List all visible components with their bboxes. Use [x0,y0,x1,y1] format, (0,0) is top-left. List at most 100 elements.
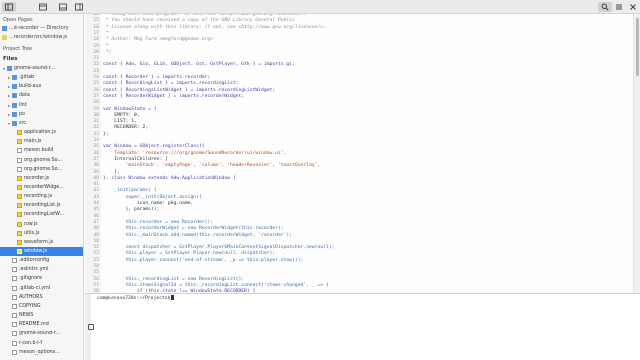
project-tree-label: Project Tree [3,46,33,52]
tree-item-label: window.js [24,249,48,254]
open-pages-label: Open Pages [3,17,33,23]
tree-item-label: README.md [19,322,49,328]
editor-scrollbar[interactable] [633,14,640,293]
tree-item-label: meson_options... [19,349,60,355]
tree-item-label: recordingList.js [24,203,61,209]
search-button[interactable] [598,2,612,12]
tree-file[interactable]: AUTHORS [0,293,83,302]
tree-item-label: row.js [24,221,38,227]
tree-item-label: .gitlab-ci.yml [19,285,51,291]
files-header[interactable]: Files [0,55,83,63]
terminal-cursor [171,295,175,300]
tree-item-label: r-con.b-l-f [19,340,43,346]
tree-file[interactable]: waveform.js [0,238,83,247]
folder-icon [12,93,17,99]
new-tab-icon [39,3,47,11]
tree-file[interactable]: NEWS [0,311,83,320]
folder-icon [12,111,17,117]
tree-file[interactable]: meson.build [0,146,83,155]
tree-file[interactable]: recording.js [0,192,83,201]
tree-item-label: application.js [24,130,56,136]
tree-item-label: org.gnome.So... [24,157,63,163]
tree-folder[interactable]: ▸ build-aux [0,82,83,91]
tree-folder[interactable]: ▾ src [0,119,83,128]
file-icon [12,276,17,282]
tree-folder[interactable]: ▸ po [0,110,83,119]
file-icon [17,212,22,218]
chevron-icon: ▸ [7,75,10,81]
tree-file[interactable]: recordingList.js [0,201,83,210]
chevron-icon: ▸ [7,102,10,108]
terminal-icon[interactable] [88,324,94,330]
tree-item-label: .gitlab [19,75,35,81]
panel-icon [75,3,83,11]
tree-item-label: COPYING [19,303,41,309]
menu-button[interactable] [612,2,626,12]
tree-item-label: gnome-sound-r... [19,331,60,337]
tree-folder[interactable]: ▸ lint [0,101,83,110]
tree-file[interactable]: gnome-sound-r... [0,329,83,338]
tree-file[interactable]: .editorconfig [0,256,83,265]
tree-file[interactable]: meson_options... [0,348,83,357]
tree-item-label: .gitignore [19,276,42,282]
file-icon [17,130,22,136]
folder-icon [2,25,7,31]
file-icon [12,331,17,337]
tree-file[interactable]: row.js [0,220,83,229]
tree-item-label: .editorconfig [19,258,50,264]
tree-file[interactable]: .gitlab-ci.yml [0,284,83,293]
file-icon [12,303,17,309]
tree-file[interactable]: COPYING [0,302,83,311]
chevron-icon: ▾ [7,120,10,126]
tree-file[interactable]: .eslintrc.yml [0,265,83,274]
file-icon [17,166,22,172]
sidebar-toggle-button[interactable] [2,2,16,12]
folder-icon [7,66,12,71]
tree-file[interactable]: recordingListW... [0,210,83,219]
tree-item-label: build-aux [19,84,42,90]
tree-file[interactable]: window.js [0,247,83,256]
file-icon [12,313,17,319]
tree-item-label: main.js [24,139,42,145]
tree-file[interactable]: main.js [0,137,83,146]
tree-file[interactable]: application.js [0,128,83,137]
tree-file[interactable]: README.md [0,320,83,329]
open-page-label: ...d-recorder — Directory [9,25,69,31]
tree-item-label: recordingListW... [24,212,64,218]
chevron-icon: ▸ [7,84,10,90]
search-icon [601,3,609,11]
tree-folder[interactable]: ▸ .gitlab [0,73,83,82]
tree-item-label: AUTHORS [19,294,43,300]
file-icon [17,184,22,190]
file-icon [17,157,22,163]
terminal-prompt[interactable]: cam@Lenovo720s:~/Projects$ [97,295,175,301]
tree-file[interactable]: utils.js [0,229,83,238]
chevron-icon: ▸ [7,111,10,117]
code-editor[interactable]: 14 * along with this program. If not, se… [85,14,633,293]
close-button[interactable] [626,2,640,12]
tree-folder[interactable]: ▸ data [0,91,83,100]
panel-button[interactable] [72,2,86,12]
sidebar-toggle-icon [5,3,13,11]
tree-item-label: .eslintrc.yml [19,267,49,273]
tree-item-label: lint [19,102,27,108]
layout-button[interactable] [56,2,70,12]
terminal-panel[interactable]: cam@Lenovo720s:~/Projects$ [85,293,640,360]
tree-item-label: recorderWidge... [24,184,64,190]
tree-item-label: recording.js [24,194,53,200]
tree-file[interactable]: .gitignore [0,274,83,283]
open-page-directory[interactable]: ...d-recorder — Directory [2,24,69,32]
tree-item-label: gnome-sound-r... [14,66,55,71]
tree-folder[interactable]: ▾ gnome-sound-r... [0,64,83,73]
tree-item-label: NEWS [19,313,34,319]
tree-file[interactable]: org.gnome.So... [0,165,83,174]
tree-item-label: waveform.js [24,239,54,245]
scrollbar-thumb[interactable] [636,18,639,76]
file-icon [12,349,17,355]
tree-file[interactable]: r-con.b-l-f [0,339,83,348]
tree-file[interactable]: recorderWidge... [0,183,83,192]
open-page-window-js[interactable]: ...recorder/src/window.js [2,33,67,41]
tree-file[interactable]: org.gnome.So... [0,156,83,165]
new-tab-button[interactable] [36,2,50,12]
tree-file[interactable]: recorder.js [0,174,83,183]
